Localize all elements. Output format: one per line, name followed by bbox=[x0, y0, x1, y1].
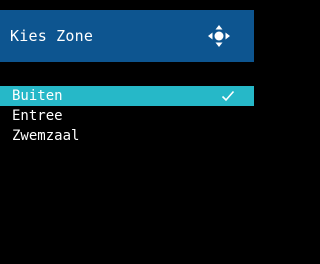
zone-item-label: Zwemzaal bbox=[12, 128, 80, 144]
page-title: Kies Zone bbox=[10, 27, 94, 45]
zone-item-label: Buiten bbox=[12, 88, 63, 104]
header-bar: Kies Zone bbox=[0, 10, 254, 62]
zone-list: Buiten Entree Zwemzaal bbox=[0, 86, 254, 146]
checkmark-icon bbox=[221, 89, 235, 103]
move-arrows-icon[interactable] bbox=[207, 24, 231, 48]
zone-item-entree[interactable]: Entree bbox=[0, 106, 254, 126]
zone-select-screen: Kies Zone Buiten Entree Zwemzaal bbox=[0, 0, 254, 264]
zone-item-buiten[interactable]: Buiten bbox=[0, 86, 254, 106]
zone-item-label: Entree bbox=[12, 108, 63, 124]
zone-item-zwemzaal[interactable]: Zwemzaal bbox=[0, 126, 254, 146]
